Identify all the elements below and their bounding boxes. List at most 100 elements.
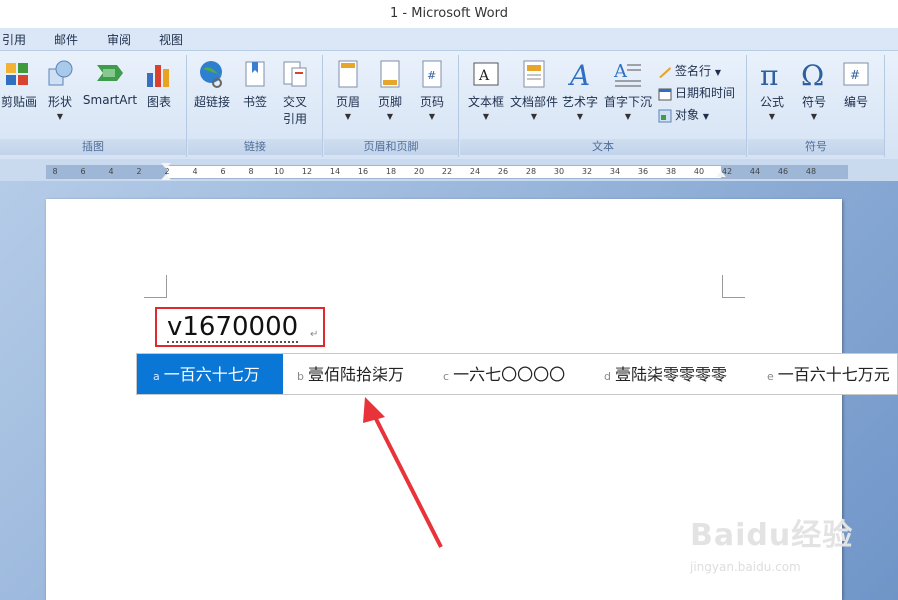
footer-icon (375, 59, 405, 89)
cross-reference-icon (280, 59, 310, 89)
shapes-icon (45, 59, 75, 89)
wordart-label: 艺术字 (561, 95, 598, 109)
baidu-watermark-url: jingyan.baidu.com (690, 560, 801, 574)
textbox-button[interactable]: A 文本框 ▼ (464, 59, 508, 121)
svg-text:Ω: Ω (801, 59, 824, 89)
crop-mark-top-left (144, 275, 167, 298)
tab-view[interactable]: 视图 (159, 31, 183, 49)
chevron-down-icon: ▼ (344, 112, 352, 121)
page-number-label: 页码 (419, 95, 444, 109)
drop-cap-icon: A (613, 59, 643, 89)
ruler-tick-label: 20 (413, 167, 425, 176)
smartart-button[interactable]: SmartArt (82, 59, 138, 107)
svg-text:#: # (850, 68, 860, 82)
page-number-button[interactable]: # 页码 ▼ (414, 59, 450, 121)
ruler-tick-label: 4 (192, 167, 198, 176)
ruler-tick-label: 10 (273, 167, 285, 176)
bookmark-button[interactable]: 书签 (238, 59, 272, 110)
ruler-tick-label: 6 (220, 167, 226, 176)
candidate-text: 一百六十七万 (163, 365, 260, 384)
group-illustrations: 剪贴画 形状 ▼ SmartArt 图表 插图 (0, 55, 187, 157)
signature-line-label: 签名行 (675, 64, 712, 78)
ime-candidate-b[interactable]: b 壹佰陆拾柒万 (297, 354, 404, 394)
header-label: 页眉 (335, 95, 360, 109)
symbol-label: 符号 (801, 95, 826, 109)
shapes-button[interactable]: 形状 ▼ (42, 59, 78, 121)
header-button[interactable]: 页眉 ▼ (330, 59, 366, 121)
chart-button[interactable]: 图表 (142, 59, 176, 110)
group-header-footer: 页眉 ▼ 页脚 ▼ # 页码 ▼ 页眉和页脚 (324, 55, 459, 157)
quick-parts-label: 文档部件 (509, 95, 558, 109)
window-title: 1 - Microsoft Word (0, 0, 898, 28)
svg-text:A: A (478, 68, 490, 84)
header-icon (333, 59, 363, 89)
globe-link-icon (197, 59, 227, 89)
ruler-tick-label: 16 (357, 167, 369, 176)
equation-label: 公式 (759, 95, 784, 109)
ruler-left-margin (47, 166, 167, 178)
bookmark-icon (240, 59, 270, 89)
tab-review[interactable]: 审阅 (107, 31, 131, 49)
typed-text[interactable]: v1670000 (167, 313, 299, 343)
chevron-down-icon: ▼ (386, 112, 394, 121)
ruler-tick-label: 14 (329, 167, 341, 176)
highlight-box: v1670000 ↵ (155, 307, 325, 347)
symbol-button[interactable]: Ω 符号 ▼ (796, 59, 832, 121)
ime-candidate-e[interactable]: e 一百六十七万元 (767, 354, 890, 394)
date-time-button[interactable]: 日期和时间 (658, 83, 735, 103)
ruler-tick-label: 18 (385, 167, 397, 176)
horizontal-ruler[interactable]: 8 6 4 2 2 4 6 8 10 12 14 16 18 20 22 24 26 28 30 32 34 36 38 40… (0, 159, 898, 181)
wordart-icon: A (565, 59, 595, 92)
tab-mailings[interactable]: 邮件 (54, 31, 78, 49)
left-indent-marker[interactable] (161, 174, 171, 180)
svg-text:#: # (427, 69, 436, 82)
omega-icon: Ω (799, 59, 829, 92)
ruler-tick-label: 4 (108, 167, 114, 176)
candidate-text: 壹陆柒零零零零 (614, 365, 727, 384)
signature-icon (658, 65, 672, 79)
chevron-down-icon: ▼ (810, 112, 818, 121)
drop-cap-button[interactable]: A 首字下沉 ▼ (602, 59, 654, 121)
ime-candidate-a[interactable]: a 一百六十七万 (137, 354, 283, 394)
ruler-tick-label: 26 (497, 167, 509, 176)
calendar-icon (658, 87, 672, 101)
chevron-down-icon: ▼ (428, 112, 436, 121)
hyperlink-button[interactable]: 超链接 (190, 59, 234, 110)
number-button[interactable]: # 编号 (838, 59, 874, 110)
clipart-button[interactable]: 剪贴画 (0, 59, 38, 110)
ruler-tick-label: 32 (581, 167, 593, 176)
chevron-down-icon: ▼ (702, 112, 709, 121)
wordart-button[interactable]: A 艺术字 ▼ (560, 59, 600, 121)
drop-cap-label: 首字下沉 (603, 95, 652, 109)
first-line-indent-marker[interactable] (161, 163, 171, 169)
equation-button[interactable]: π 公式 ▼ (754, 59, 790, 121)
group-label-illustrations: 插图 (0, 139, 186, 155)
candidate-text: 一百六十七万元 (777, 365, 890, 384)
group-symbols: π 公式 ▼ Ω 符号 ▼ # 编号 符号 (748, 55, 885, 157)
footer-button[interactable]: 页脚 ▼ (372, 59, 408, 121)
footer-label: 页脚 (377, 95, 402, 109)
chevron-down-icon: ▼ (482, 112, 490, 121)
signature-line-button[interactable]: 签名行 ▼ (658, 61, 721, 81)
quick-parts-button[interactable]: 文档部件 ▼ (508, 59, 560, 121)
right-indent-marker[interactable] (716, 171, 726, 177)
number-label: 编号 (843, 95, 868, 109)
group-text: A 文本框 ▼ 文档部件 ▼ A 艺术字 ▼ A 首字下沉 ▼ 签名行 ▼ 日期… (460, 55, 747, 157)
number-icon: # (841, 59, 871, 89)
ime-candidate-c[interactable]: c 一六七〇〇〇〇 (443, 354, 565, 394)
object-icon (658, 109, 672, 123)
group-label-links: 链接 (188, 139, 322, 155)
chevron-down-icon: ▼ (624, 112, 632, 121)
group-label-symbols: 符号 (748, 139, 884, 155)
ruler-tick-label: 48 (805, 167, 817, 176)
chevron-down-icon: ▼ (768, 112, 776, 121)
tab-references[interactable]: 引用 (2, 31, 26, 49)
object-button[interactable]: 对象 ▼ (658, 105, 709, 125)
candidate-text: 一六七〇〇〇〇 (453, 365, 566, 384)
ime-candidate-d[interactable]: d 壹陆柒零零零零 (604, 354, 727, 394)
cross-reference-button[interactable]: 交叉 引用 (276, 59, 314, 127)
hyperlink-label: 超链接 (193, 95, 230, 109)
candidate-key: e (767, 370, 774, 383)
ruler-tick-label: 24 (469, 167, 481, 176)
ruler-tick-label: 36 (637, 167, 649, 176)
